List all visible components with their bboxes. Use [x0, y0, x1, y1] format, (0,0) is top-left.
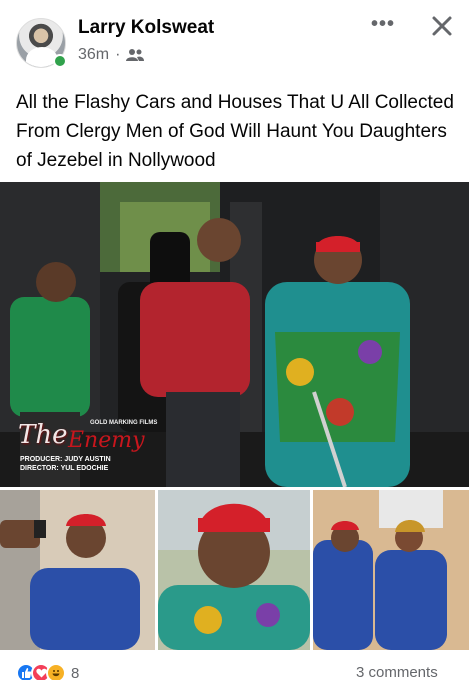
- comments-count-link[interactable]: 3 comments: [356, 664, 438, 680]
- haha-icon: [46, 663, 66, 680]
- post-meta: 36m ·: [78, 46, 145, 64]
- thumbnail-scene: [313, 490, 469, 650]
- more-options-icon[interactable]: •••: [370, 14, 396, 40]
- thumbnail-photo[interactable]: [313, 490, 469, 650]
- close-icon[interactable]: [428, 12, 456, 40]
- post-header: Larry Kolsweat 36m · •••: [0, 0, 469, 80]
- reactions-summary[interactable]: 8: [16, 662, 79, 680]
- post-text: All the Flashy Cars and Houses That U Al…: [16, 92, 454, 171]
- reaction-count: 8: [71, 664, 80, 680]
- film-watermark: The Enemy GOLD MARKING FILMS PRODUCER: J…: [18, 420, 168, 472]
- watermark-studio: GOLD MARKING FILMS: [90, 420, 158, 426]
- thumbnail-photo[interactable]: [158, 490, 310, 650]
- main-post-photo[interactable]: The Enemy GOLD MARKING FILMS PRODUCER: J…: [0, 182, 469, 487]
- meta-separator: ·: [115, 46, 121, 63]
- watermark-title-accent: Enemy: [68, 428, 145, 453]
- online-status-indicator: [53, 54, 67, 68]
- thumbnail-scene: [158, 490, 310, 650]
- post-timestamp[interactable]: 36m: [78, 46, 109, 64]
- photo-thumbnails: [0, 490, 469, 650]
- thumbnail-photo[interactable]: [0, 490, 155, 650]
- watermark-producer: PRODUCER: JUDY AUSTIN: [20, 456, 111, 463]
- watermark-director: DIRECTOR: YUL EDOCHIE: [20, 465, 109, 472]
- watermark-title: The: [18, 420, 68, 450]
- author-name[interactable]: Larry Kolsweat: [78, 17, 214, 39]
- friends-icon: [126, 49, 145, 61]
- thumbnail-scene: [0, 490, 155, 650]
